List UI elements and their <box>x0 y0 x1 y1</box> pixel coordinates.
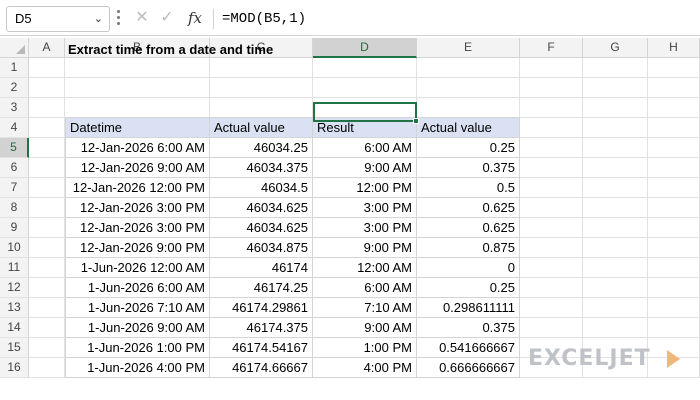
exceljet-logo-mark <box>667 350 680 368</box>
table-header-cell[interactable]: Datetime <box>65 117 210 138</box>
table-cell[interactable]: 46174.25 <box>210 278 313 298</box>
gridline-row <box>29 77 700 78</box>
table-cell[interactable]: 0.625 <box>417 198 520 218</box>
name-box[interactable]: D5 ⌄ <box>6 6 110 32</box>
column-header-a[interactable]: A <box>29 38 65 58</box>
table-cell[interactable]: 0.25 <box>417 138 520 158</box>
table-cell[interactable]: 6:00 AM <box>313 278 417 298</box>
table-cell[interactable]: 46174 <box>210 258 313 278</box>
row-header-3[interactable]: 3 <box>0 98 29 118</box>
more-options-icon[interactable] <box>117 10 121 26</box>
table-cell[interactable]: 12:00 AM <box>313 258 417 278</box>
row-header-5[interactable]: 5 <box>0 138 29 158</box>
table-cell[interactable]: 0.298611111 <box>417 298 520 318</box>
name-box-value: D5 <box>15 11 32 26</box>
table-cell[interactable]: 12-Jan-2026 12:00 PM <box>65 178 210 198</box>
row-header-15[interactable]: 15 <box>0 338 29 358</box>
table-header-cell[interactable]: Actual value <box>417 117 520 138</box>
table-cell[interactable]: 46174.375 <box>210 318 313 338</box>
row-header-4[interactable]: 4 <box>0 118 29 138</box>
formula-input[interactable]: =MOD(B5,1) <box>222 6 306 32</box>
table-header-cell[interactable]: Result <box>313 117 417 138</box>
row-header-12[interactable]: 12 <box>0 278 29 298</box>
column-header-e[interactable]: E <box>417 38 520 58</box>
table-cell[interactable]: 4:00 PM <box>313 358 417 378</box>
table-cell[interactable]: 12-Jan-2026 6:00 AM <box>65 138 210 158</box>
table-cell[interactable]: 1-Jun-2026 7:10 AM <box>65 298 210 318</box>
table-cell[interactable]: 46034.375 <box>210 158 313 178</box>
row-header-11[interactable]: 11 <box>0 258 29 278</box>
table-cell[interactable]: 0 <box>417 258 520 278</box>
chevron-down-icon[interactable]: ⌄ <box>94 7 103 31</box>
table-cell[interactable]: 0.5 <box>417 178 520 198</box>
column-header-g[interactable]: G <box>583 38 648 58</box>
row-header-10[interactable]: 10 <box>0 238 29 258</box>
row-header-8[interactable]: 8 <box>0 198 29 218</box>
table-cell[interactable]: 3:00 PM <box>313 218 417 238</box>
table-cell[interactable]: 46174.29861 <box>210 298 313 318</box>
table-cell[interactable]: 46034.5 <box>210 178 313 198</box>
table-cell[interactable]: 46034.625 <box>210 218 313 238</box>
formula-bar-divider <box>213 9 214 29</box>
table-cell[interactable]: 0.666666667 <box>417 358 520 378</box>
table-cell[interactable]: 1-Jun-2026 1:00 PM <box>65 338 210 358</box>
table-cell[interactable]: 1-Jun-2026 4:00 PM <box>65 358 210 378</box>
row-header-1[interactable]: 1 <box>0 58 29 78</box>
table-cell[interactable]: 9:00 AM <box>313 158 417 178</box>
table-cell[interactable]: 46174.66667 <box>210 358 313 378</box>
table-cell[interactable]: 0.625 <box>417 218 520 238</box>
table-cell[interactable]: 1:00 PM <box>313 338 417 358</box>
table-cell[interactable]: 12-Jan-2026 9:00 AM <box>65 158 210 178</box>
enter-check-icon[interactable]: ✓ <box>157 6 177 30</box>
formula-bar: D5 ⌄ ✕ ✓ fx =MOD(B5,1) <box>0 0 700 36</box>
table-cell[interactable]: 3:00 PM <box>313 198 417 218</box>
table-cell[interactable]: 9:00 PM <box>313 238 417 258</box>
table-cell[interactable]: 12-Jan-2026 3:00 PM <box>65 198 210 218</box>
gridline-column <box>582 58 583 378</box>
table-cell[interactable]: 0.541666667 <box>417 338 520 358</box>
row-header-6[interactable]: 6 <box>0 158 29 178</box>
row-header-9[interactable]: 9 <box>0 218 29 238</box>
table-cell[interactable]: 0.375 <box>417 158 520 178</box>
row-header-7[interactable]: 7 <box>0 178 29 198</box>
column-header-h[interactable]: H <box>648 38 700 58</box>
gridline-row <box>29 97 700 98</box>
table-cell[interactable]: 46034.25 <box>210 138 313 158</box>
table-cell[interactable]: 46174.54167 <box>210 338 313 358</box>
cancel-icon[interactable]: ✕ <box>132 6 152 30</box>
sheet-title: Extract time from a date and time <box>68 42 274 57</box>
row-header-2[interactable]: 2 <box>0 78 29 98</box>
table-header-cell[interactable]: Actual value <box>210 117 313 138</box>
row-header-16[interactable]: 16 <box>0 358 29 378</box>
table-cell[interactable]: 12-Jan-2026 3:00 PM <box>65 218 210 238</box>
table-cell[interactable]: 12:00 PM <box>313 178 417 198</box>
table-cell[interactable]: 0.375 <box>417 318 520 338</box>
table-cell[interactable]: 9:00 AM <box>313 318 417 338</box>
gridline-column <box>647 58 648 378</box>
column-header-d[interactable]: D <box>313 38 417 58</box>
table-cell[interactable]: 46034.875 <box>210 238 313 258</box>
select-all-button[interactable] <box>0 38 29 58</box>
table-cell[interactable]: 12-Jan-2026 9:00 PM <box>65 238 210 258</box>
table-cell[interactable]: 0.25 <box>417 278 520 298</box>
exceljet-logo: EXCELJET <box>528 346 651 371</box>
table-cell[interactable]: 46034.625 <box>210 198 313 218</box>
table-cell[interactable]: 6:00 AM <box>313 138 417 158</box>
row-header-13[interactable]: 13 <box>0 298 29 318</box>
column-header-f[interactable]: F <box>520 38 583 58</box>
table-cell[interactable]: 7:10 AM <box>313 298 417 318</box>
table-cell[interactable]: 0.875 <box>417 238 520 258</box>
table-cell[interactable]: 1-Jun-2026 6:00 AM <box>65 278 210 298</box>
row-header-14[interactable]: 14 <box>0 318 29 338</box>
table-cell[interactable]: 1-Jun-2026 9:00 AM <box>65 318 210 338</box>
table-cell[interactable]: 1-Jun-2026 12:00 AM <box>65 258 210 278</box>
insert-function-icon[interactable]: fx <box>182 6 208 30</box>
